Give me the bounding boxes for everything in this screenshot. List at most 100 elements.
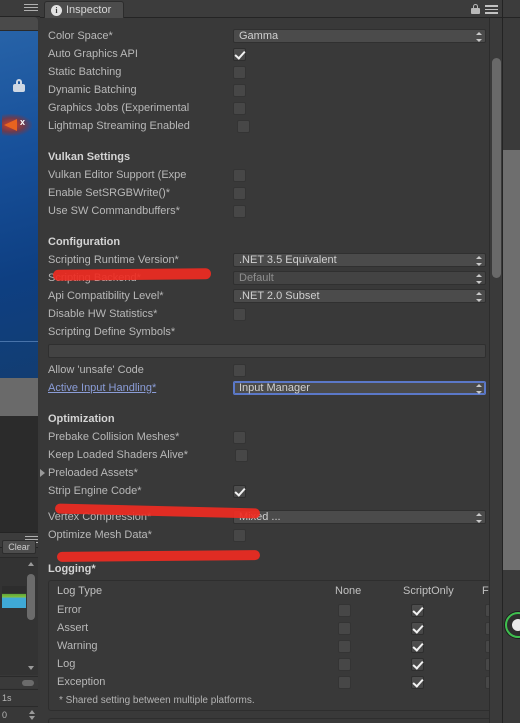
logging-row-label: Exception	[57, 676, 106, 688]
label-color-space: Color Space*	[48, 30, 113, 42]
record-indicator-icon	[505, 612, 520, 638]
kebab-menu-icon[interactable]	[24, 4, 38, 13]
section-logging: Logging* Log Type None ScriptOnly Full E	[48, 556, 500, 711]
checkbox-optimize-mesh-data[interactable]	[233, 528, 246, 542]
kebab-menu-icon[interactable]	[485, 5, 498, 14]
checkbox-graphics-jobs[interactable]	[233, 101, 246, 115]
inspector-sections: Color Space* Gamma Auto Graphics API Sta…	[40, 18, 500, 723]
clear-button[interactable]: Clear	[2, 540, 36, 554]
logging-checkbox-scriptonly[interactable]	[411, 622, 424, 635]
logging-checkbox-none[interactable]	[338, 640, 351, 653]
checkbox-vulkan-editor-support[interactable]	[233, 168, 246, 182]
label-static-batching: Static Batching	[48, 66, 122, 78]
checkbox-prebake-collision-meshes[interactable]	[233, 430, 246, 444]
row-auto-graphics-api: Auto Graphics API	[48, 45, 494, 63]
logging-checkbox-none[interactable]	[338, 604, 351, 617]
logging-checkbox-scriptonly[interactable]	[411, 658, 424, 671]
logging-checkbox-none[interactable]	[338, 658, 351, 671]
project-horizontal-scrollbar[interactable]	[0, 676, 38, 688]
tab-inspector-label: Inspector	[66, 4, 112, 16]
checkbox-static-batching[interactable]	[233, 65, 246, 79]
logging-row-label: Assert	[57, 622, 89, 634]
scene-view-preview[interactable]: x	[0, 31, 38, 378]
api-compatibility-level-popup[interactable]: .NET 2.0 Subset	[233, 289, 486, 303]
logging-checkbox-scriptonly[interactable]	[411, 640, 424, 653]
label-vulkan-editor-support: Vulkan Editor Support (Expe	[48, 169, 187, 181]
label-optimize-mesh-data: Optimize Mesh Data*	[48, 529, 152, 541]
checkbox-use-sw-commandbuffers[interactable]	[233, 204, 246, 218]
scripting-define-symbols-input[interactable]	[48, 344, 486, 358]
left-panel-light-region	[0, 378, 38, 416]
row-optimize-mesh-data: Optimize Mesh Data*	[48, 526, 494, 544]
checkbox-disable-hw-statistics[interactable]	[233, 307, 246, 321]
logging-checkbox-none[interactable]	[338, 676, 351, 689]
info-icon: i	[51, 4, 62, 16]
shared-setting-note: * Shared setting between multiple platfo…	[59, 695, 255, 706]
lock-icon[interactable]	[13, 79, 25, 92]
project-thumbnail-panel	[0, 557, 38, 675]
annotation-stroke-logging	[56, 550, 261, 562]
left-panel-tab-stub[interactable]	[0, 17, 38, 31]
row-static-batching: Static Batching	[48, 63, 494, 81]
row-disable-hw-statistics: Disable HW Statistics*	[48, 305, 494, 323]
inspector-vertical-scrollbar[interactable]	[489, 18, 502, 723]
checkbox-enable-setsrgbwrite[interactable]	[233, 186, 246, 200]
asset-thumbnail[interactable]	[2, 586, 26, 608]
logging-table-group: Log Type None ScriptOnly Full Error	[48, 580, 500, 711]
checkbox-auto-graphics-api[interactable]	[233, 47, 246, 61]
row-graphics-jobs: Graphics Jobs (Experimental	[48, 99, 494, 117]
logging-row-label: Warning	[57, 640, 98, 652]
scrollbar-thumb[interactable]	[22, 680, 34, 686]
label-prebake-collision-meshes: Prebake Collision Meshes*	[48, 431, 180, 443]
checkbox-lightmap-streaming[interactable]	[237, 119, 250, 133]
label-keep-loaded-shaders-alive: Keep Loaded Shaders Alive*	[48, 449, 189, 461]
chevron-updown-icon	[475, 32, 482, 42]
label-disable-hw-statistics: Disable HW Statistics*	[48, 308, 158, 320]
color-space-popup[interactable]: Gamma	[233, 29, 486, 43]
app-root: x Clear 1s 0 i Inspector Color Space* Ga…	[0, 0, 520, 723]
label-api-compatibility-level: Api Compatibility Level*	[48, 290, 164, 302]
label-strip-engine-code: Strip Engine Code*	[48, 485, 142, 497]
checkbox-strip-engine-code[interactable]	[233, 484, 246, 498]
right-edge-panel	[502, 0, 520, 723]
left-panel-strip: x Clear 1s 0	[0, 0, 40, 723]
scroll-up-icon[interactable]	[28, 562, 34, 566]
row-scripting-define-symbols: Scripting Define Symbols*	[48, 323, 494, 341]
scrollbar-thumb[interactable]	[492, 58, 501, 278]
lock-icon[interactable]	[471, 4, 480, 14]
checkbox-allow-unsafe-code[interactable]	[233, 363, 246, 377]
stepper-icon[interactable]	[28, 709, 36, 721]
active-input-handling-popup[interactable]: Input Manager	[233, 381, 486, 395]
label-scripting-define-symbols: Scripting Define Symbols*	[48, 326, 176, 338]
chevron-updown-icon	[475, 384, 482, 394]
project-vertical-scrollbar[interactable]	[27, 560, 35, 672]
table-row: Log	[57, 656, 498, 674]
scrollbar-thumb[interactable]	[27, 574, 35, 620]
logging-checkbox-scriptonly[interactable]	[411, 604, 424, 617]
label-graphics-jobs: Graphics Jobs (Experimental	[48, 102, 190, 114]
scroll-down-icon[interactable]	[28, 666, 34, 670]
logging-checkbox-scriptonly[interactable]	[411, 676, 424, 689]
label-lightmap-streaming: Lightmap Streaming Enabled	[48, 120, 190, 132]
gizmo-axis-label: x	[20, 117, 26, 127]
row-preloaded-assets[interactable]: Preloaded Assets*	[40, 464, 494, 482]
right-edge-light-region	[503, 150, 520, 570]
row-vulkan-editor-support: Vulkan Editor Support (Expe	[48, 166, 494, 184]
row-use-sw-commandbuffers: Use SW Commandbuffers*	[48, 202, 494, 220]
label-scripting-runtime-version: Scripting Runtime Version*	[48, 254, 179, 266]
heading-optimization-label: Optimization	[48, 413, 115, 425]
section-publishing-settings[interactable]: Publishing Settings	[48, 718, 494, 723]
vertex-compression-popup[interactable]: Mixed ...	[233, 510, 486, 524]
chevron-updown-icon	[475, 292, 482, 302]
heading-configuration-label: Configuration	[48, 236, 121, 248]
right-edge-toolbar	[503, 0, 520, 18]
row-color-space: Color Space* Gamma	[48, 27, 494, 45]
logging-checkbox-none[interactable]	[338, 622, 351, 635]
chevron-right-icon[interactable]	[40, 469, 45, 477]
scripting-runtime-version-popup[interactable]: .NET 3.5 Equivalent	[233, 253, 486, 267]
scripting-backend-popup[interactable]: Default	[233, 271, 486, 285]
table-row: Assert	[57, 620, 498, 638]
checkbox-dynamic-batching[interactable]	[233, 83, 246, 97]
tab-inspector[interactable]: i Inspector	[44, 1, 125, 18]
checkbox-keep-loaded-shaders-alive[interactable]	[235, 448, 248, 462]
